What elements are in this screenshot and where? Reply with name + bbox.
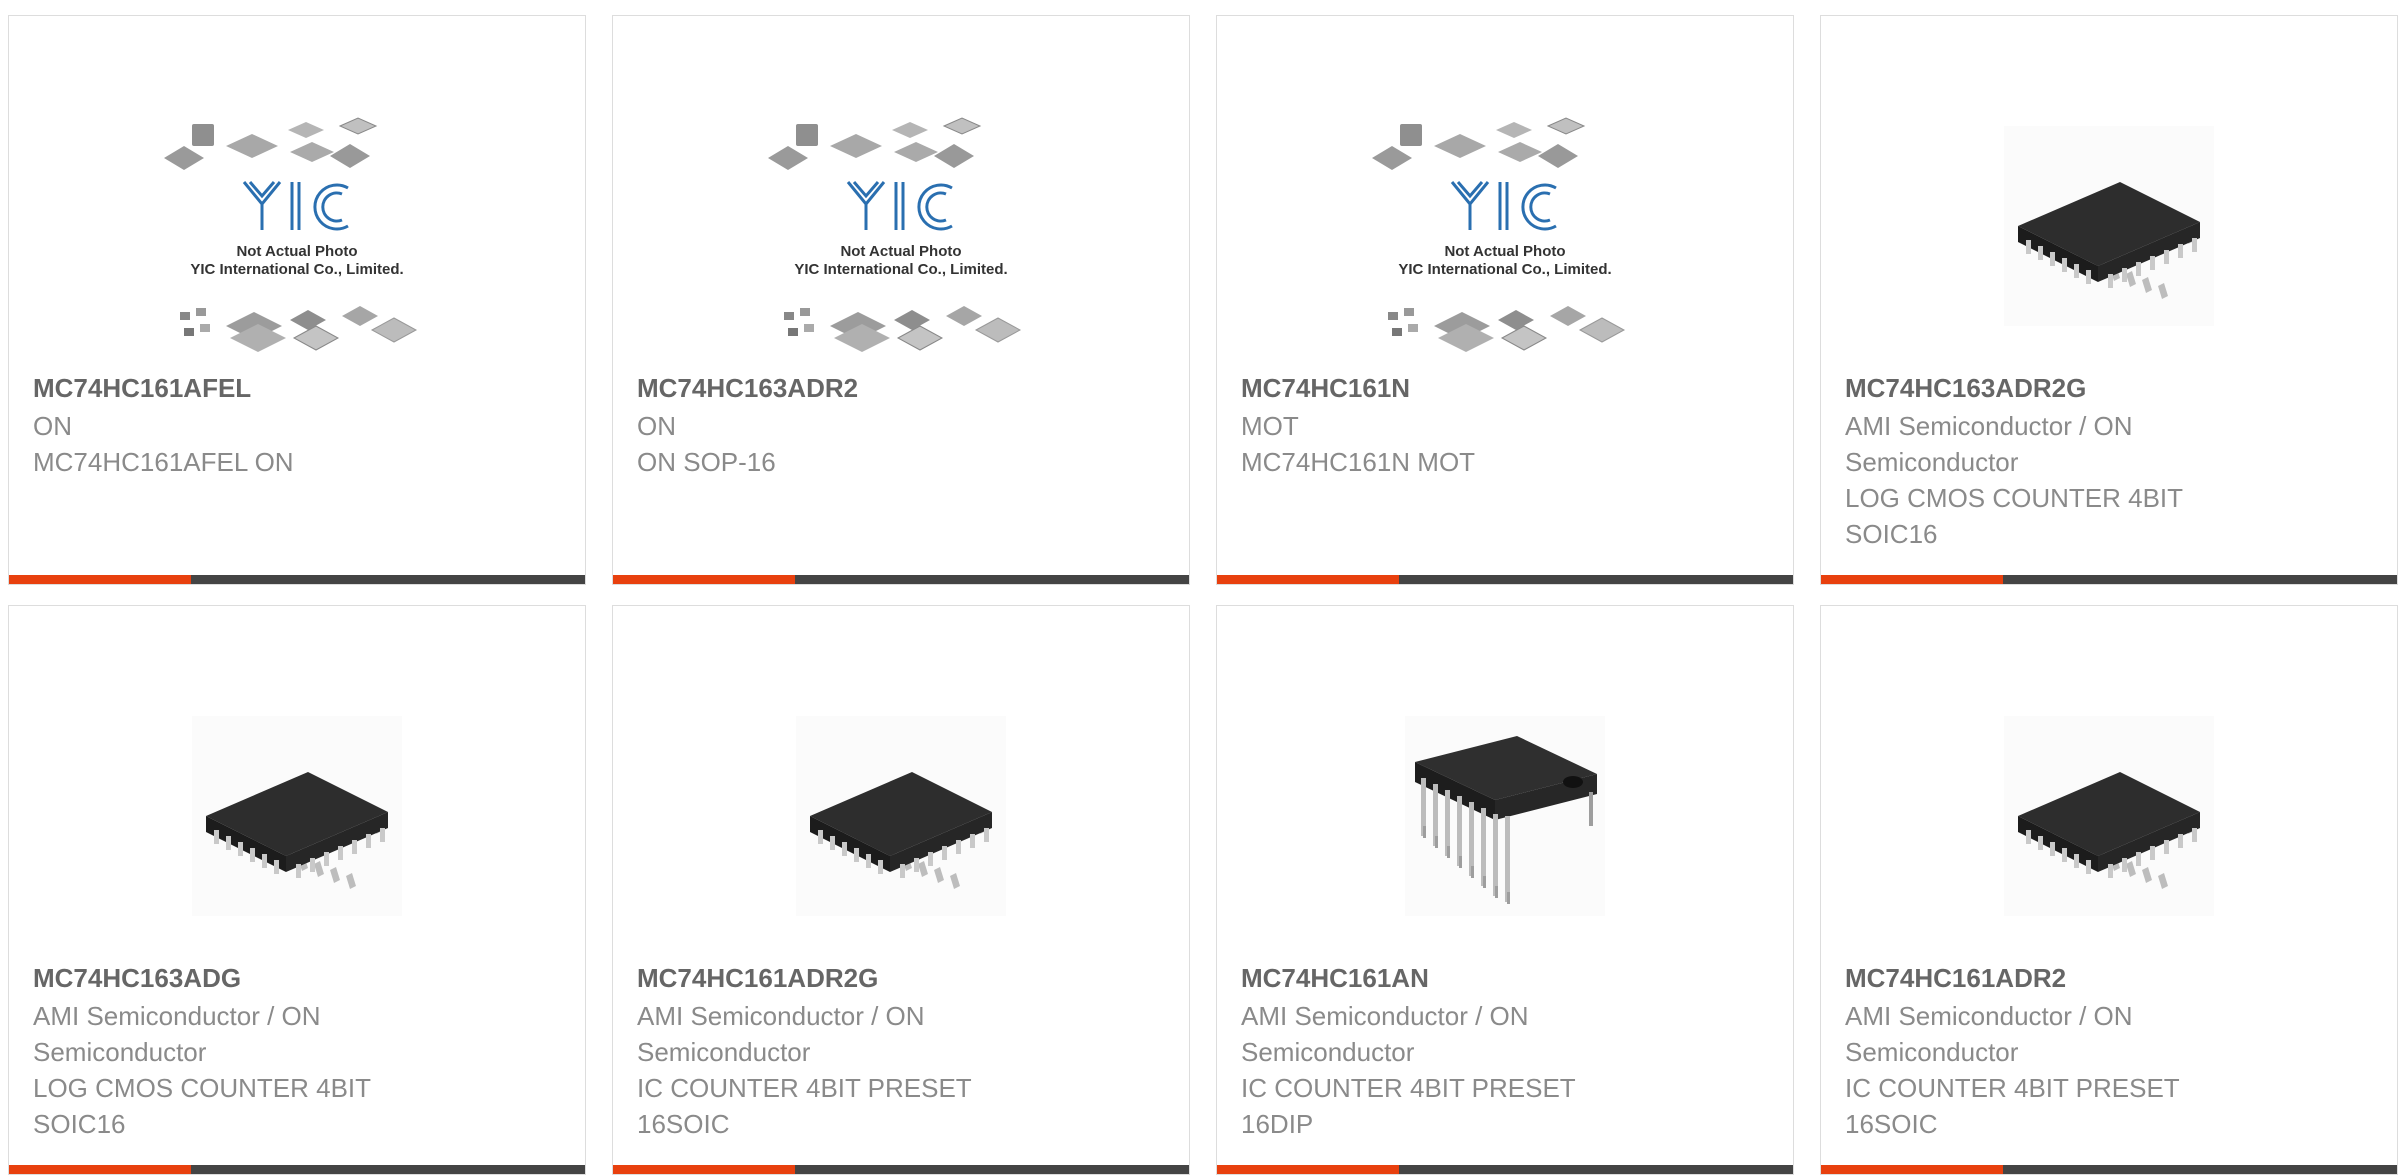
- product-image[interactable]: [9, 676, 585, 956]
- placeholder-collage-icon: Not Actual Photo YIC International Co., …: [1372, 117, 1626, 352]
- card-accent-highlight: [1217, 1165, 1399, 1174]
- product-detail-line: Semiconductor: [1241, 1037, 1415, 1067]
- product-part-number[interactable]: MC74HC161AFEL: [33, 373, 251, 404]
- product-detail-line: Semiconductor: [1845, 1037, 2019, 1067]
- soic-chip-icon: [2004, 126, 2214, 326]
- product-detail-line: Semiconductor: [637, 1037, 811, 1067]
- card-accent-bar: [1821, 575, 2397, 584]
- product-detail-line: SOIC16: [33, 1109, 126, 1139]
- product-card[interactable]: MC74HC163ADR2G AMI Semiconductor / ON Semi…: [1820, 15, 2398, 585]
- product-detail-line: IC COUNTER 4BIT PRESET: [637, 1073, 972, 1103]
- card-accent-bar: [1217, 1165, 1793, 1174]
- product-detail-line: AMI Semiconductor / ON: [1241, 1001, 1529, 1031]
- card-accent-bar: [1821, 1165, 2397, 1174]
- product-detail-line: MOT: [1241, 411, 1299, 441]
- product-image[interactable]: [1217, 676, 1793, 956]
- product-part-number[interactable]: MC74HC161AN: [1241, 963, 1429, 994]
- product-detail-line: Semiconductor: [1845, 447, 2019, 477]
- card-accent-highlight: [1821, 575, 2003, 584]
- placeholder-caption-2: YIC International Co., Limited.: [794, 261, 1007, 278]
- soic-chip-icon: [796, 716, 1006, 916]
- card-accent-highlight: [1821, 1165, 2003, 1174]
- placeholder-collage-icon: Not Actual Photo YIC International Co., …: [768, 117, 1022, 352]
- product-card[interactable]: MC74HC161AN AMI Semiconductor / ON Semicon…: [1216, 605, 1794, 1175]
- product-card[interactable]: Not Actual Photo YIC International Co., …: [612, 15, 1190, 585]
- card-accent-highlight: [613, 575, 795, 584]
- card-accent-bar: [613, 575, 1189, 584]
- product-detail-line: 16DIP: [1241, 1109, 1314, 1139]
- placeholder-caption-1: Not Actual Photo: [840, 243, 961, 260]
- product-detail-line: LOG CMOS COUNTER 4BIT: [1845, 483, 2184, 513]
- product-image[interactable]: [1821, 86, 2397, 366]
- product-detail-line: IC COUNTER 4BIT PRESET: [1845, 1073, 2180, 1103]
- product-card[interactable]: MC74HC161ADR2 AMI Semiconductor / ON Semic…: [1820, 605, 2398, 1175]
- product-detail-line: AMI Semiconductor / ON: [637, 1001, 925, 1031]
- placeholder-collage-icon: Not Actual Photo YIC International Co., …: [164, 117, 418, 352]
- product-part-number[interactable]: MC74HC161N: [1241, 373, 1410, 404]
- product-card[interactable]: Not Actual Photo YIC International Co., …: [8, 15, 586, 585]
- product-detail-line: Semiconductor: [33, 1037, 207, 1067]
- product-detail-line: LOG CMOS COUNTER 4BIT: [33, 1073, 372, 1103]
- product-card[interactable]: MC74HC161ADR2G AMI Semiconductor / ON Semi…: [612, 605, 1190, 1175]
- product-detail-line: IC COUNTER 4BIT PRESET: [1241, 1073, 1576, 1103]
- card-accent-highlight: [613, 1165, 795, 1174]
- card-accent-bar: [9, 1165, 585, 1174]
- soic-chip-icon: [192, 716, 402, 916]
- product-part-number[interactable]: MC74HC161ADR2G: [637, 963, 878, 994]
- card-accent-highlight: [9, 1165, 191, 1174]
- product-detail-line: AMI Semiconductor / ON: [1845, 411, 2133, 441]
- product-detail-line: ON: [33, 411, 72, 441]
- product-image[interactable]: [613, 676, 1189, 956]
- product-detail-line: AMI Semiconductor / ON: [1845, 1001, 2133, 1031]
- product-detail-line: SOIC16: [1845, 519, 1938, 549]
- product-part-number[interactable]: MC74HC163ADG: [33, 963, 241, 994]
- product-detail-line: MC74HC161AFEL ON: [33, 447, 294, 477]
- product-part-number[interactable]: MC74HC161ADR2: [1845, 963, 2066, 994]
- card-accent-highlight: [1217, 575, 1399, 584]
- product-detail-line: 16SOIC: [637, 1109, 730, 1139]
- product-image[interactable]: Not Actual Photo YIC International Co., …: [9, 101, 585, 381]
- product-card[interactable]: MC74HC163ADG AMI Semiconductor / ON Semico…: [8, 605, 586, 1175]
- placeholder-caption-2: YIC International Co., Limited.: [1398, 261, 1611, 278]
- soic-chip-icon: [2004, 716, 2214, 916]
- product-detail-line: ON: [637, 411, 676, 441]
- product-detail-line: 16SOIC: [1845, 1109, 1938, 1139]
- product-detail-line: MC74HC161N MOT: [1241, 447, 1476, 477]
- product-image[interactable]: [1821, 676, 2397, 956]
- card-accent-bar: [9, 575, 585, 584]
- product-part-number[interactable]: MC74HC163ADR2: [637, 373, 858, 404]
- placeholder-caption-1: Not Actual Photo: [1444, 243, 1565, 260]
- product-image[interactable]: Not Actual Photo YIC International Co., …: [613, 101, 1189, 381]
- product-detail-line: ON SOP-16: [637, 447, 776, 477]
- product-image[interactable]: Not Actual Photo YIC International Co., …: [1217, 101, 1793, 381]
- card-accent-bar: [1217, 575, 1793, 584]
- dip-chip-icon: [1405, 716, 1605, 916]
- card-accent-bar: [613, 1165, 1189, 1174]
- card-accent-highlight: [9, 575, 191, 584]
- placeholder-caption-2: YIC International Co., Limited.: [190, 261, 403, 278]
- product-card[interactable]: Not Actual Photo YIC International Co., …: [1216, 15, 1794, 585]
- product-detail-line: AMI Semiconductor / ON: [33, 1001, 321, 1031]
- product-part-number[interactable]: MC74HC163ADR2G: [1845, 373, 2086, 404]
- placeholder-caption-1: Not Actual Photo: [236, 243, 357, 260]
